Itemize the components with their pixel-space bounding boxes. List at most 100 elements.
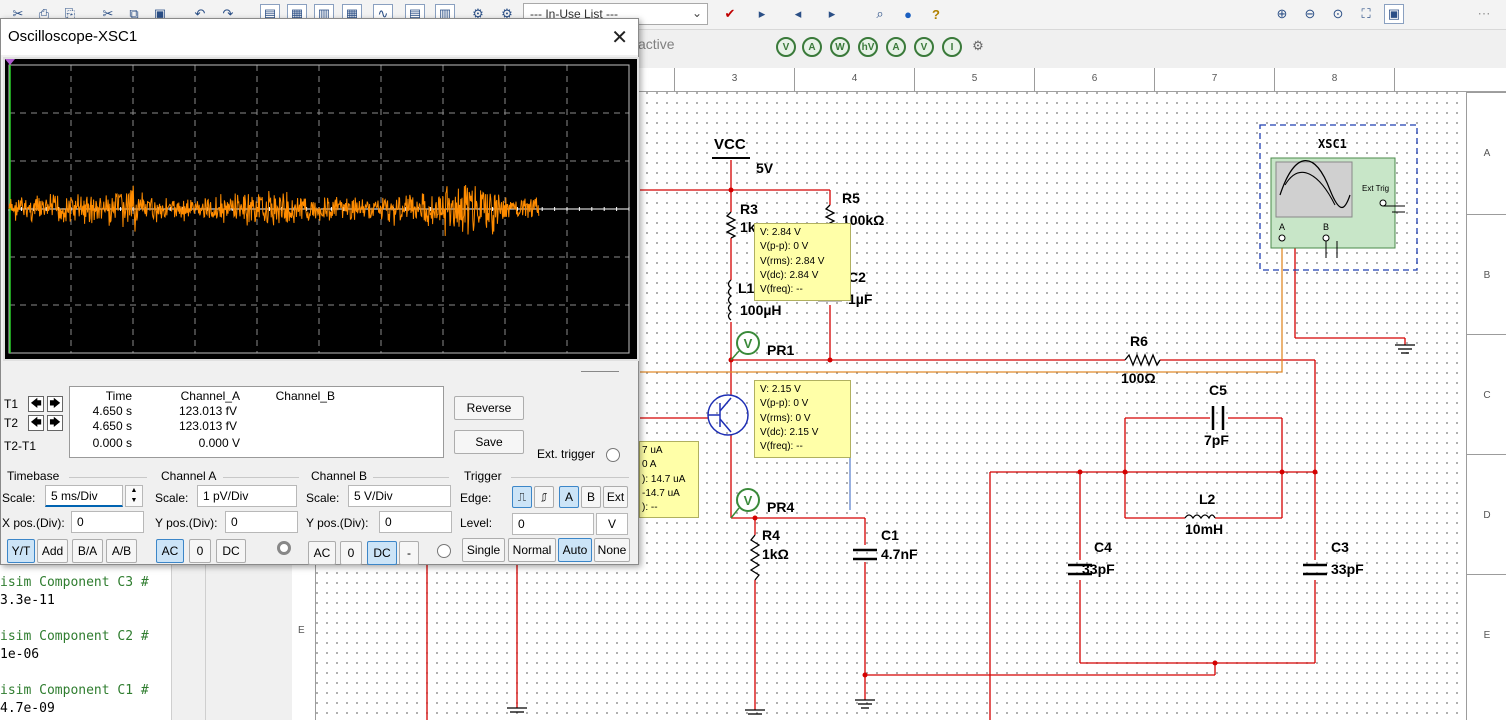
c2-value: 1µF — [848, 291, 873, 307]
t2-t1-label: T2-T1 — [4, 439, 37, 453]
netlist-line: isim Component C1 # — [0, 683, 149, 698]
c3-label: C3 — [1331, 539, 1349, 555]
channel-a-group-title: Channel A — [161, 469, 217, 483]
r6-label: R6 — [1130, 333, 1148, 349]
cursor-t1-handle[interactable] — [5, 59, 15, 65]
channel-b-group-title: Channel B — [311, 469, 368, 483]
channel-b-ac-button[interactable]: AC — [308, 541, 336, 565]
trigger-source-a-button[interactable]: A — [559, 486, 579, 508]
ba-mode-button[interactable]: B/A — [72, 539, 103, 563]
t1-left-arrow-icon[interactable]: 🡄 — [28, 396, 44, 412]
xsc1-label[interactable]: XSC1 — [1318, 137, 1347, 151]
timebase-xpos-label: X pos.(Div): — [2, 516, 65, 530]
save-button[interactable]: Save — [454, 430, 524, 454]
t2-right-arrow-icon[interactable]: 🡆 — [47, 415, 63, 431]
c4-value: 33pF — [1082, 561, 1115, 577]
timebase-scale-input[interactable]: 5 ms/Div — [45, 485, 123, 507]
rising-edge-icon[interactable]: ⎍ — [512, 486, 532, 508]
trigger-source-b-button[interactable]: B — [581, 486, 601, 508]
probe-value: V(freq): -- — [760, 284, 803, 296]
probe-value: 0 A — [642, 459, 657, 471]
channel-b-terminal[interactable] — [437, 544, 451, 558]
channel-b-dc-button[interactable]: DC — [367, 541, 397, 565]
channel-a-ypos-input[interactable]: 0 — [225, 511, 298, 533]
netlist-line: 4.7e-09 — [0, 701, 55, 716]
c1-value: 4.7nF — [881, 546, 918, 562]
cell-channel-a: 0.000 V — [198, 436, 240, 450]
channel-a-terminal[interactable] — [277, 541, 291, 555]
timebase-xpos-input[interactable]: 0 — [71, 511, 144, 533]
trigger-single-button[interactable]: Single — [462, 538, 505, 562]
panel-splitter[interactable] — [172, 565, 206, 720]
t1-right-arrow-icon[interactable]: 🡆 — [47, 396, 63, 412]
timebase-scale-spinner[interactable]: ▲ ▼ — [125, 485, 143, 507]
oscilloscope-titlebar[interactable]: Oscilloscope-XSC1 ✕ — [1, 19, 638, 55]
l1-label: L1 — [738, 280, 755, 296]
t2-left-arrow-icon[interactable]: 🡄 — [28, 415, 44, 431]
probe-value: V: 2.15 V — [760, 384, 801, 395]
trigger-none-button[interactable]: None — [594, 538, 630, 562]
channel-b-ypos-input[interactable]: 0 — [379, 511, 452, 533]
scope-display — [5, 59, 630, 354]
ext-trig-label: Ext Trig — [1362, 184, 1390, 193]
ext-trigger-terminal[interactable] — [606, 448, 620, 462]
group-divider — [223, 477, 299, 478]
channel-a-scale-input[interactable]: 1 pV/Div — [197, 485, 297, 507]
trigger-level-unit[interactable]: V — [596, 513, 628, 535]
l1-value: 100µH — [740, 302, 782, 318]
pr1-probe-readout: V: 2.84 V V(p-p): 0 V V(rms): 2.84 V V(d… — [754, 223, 851, 301]
probe-value: V(p-p): 0 V — [760, 241, 809, 253]
col-time: Time — [105, 389, 132, 403]
trigger-level-input[interactable]: 0 — [512, 513, 594, 535]
r5-label: R5 — [842, 190, 860, 206]
cell-channel-a: 123.013 fV — [178, 404, 237, 418]
pr1-label[interactable]: PR1 — [767, 342, 794, 358]
trigger-group-title: Trigger — [464, 469, 502, 483]
probe-value: -14.7 uA — [642, 487, 680, 499]
trigger-normal-button[interactable]: Normal — [508, 538, 556, 562]
probe-value: V(rms): 2.84 V — [760, 255, 825, 267]
t1-label: T1 — [4, 397, 19, 411]
channel-a-trace — [8, 184, 540, 237]
channel-b-invert-button[interactable]: - — [399, 541, 419, 565]
t2-label: T2 — [4, 416, 19, 430]
trigger-source-ext-button[interactable]: Ext — [603, 486, 628, 508]
close-icon[interactable]: ✕ — [611, 25, 628, 50]
cell-time: 4.650 s — [92, 419, 132, 433]
c4-label: C4 — [1094, 539, 1112, 555]
c5-label: C5 — [1209, 382, 1227, 398]
netlist-line: 1e-06 — [0, 647, 40, 662]
c5-value: 7pF — [1204, 432, 1229, 448]
r3-label: R3 — [740, 201, 758, 217]
group-divider — [373, 477, 449, 478]
trigger-auto-button[interactable]: Auto — [558, 538, 592, 562]
channel-a-dc-button[interactable]: DC — [216, 539, 246, 563]
scroll-indicator[interactable] — [581, 371, 619, 372]
channel-a-ac-button[interactable]: AC — [156, 539, 184, 563]
falling-edge-icon[interactable]: ⎎ — [534, 486, 554, 508]
channel-a-scale-label: Scale: — [155, 491, 189, 505]
probe-value: ): -- — [642, 502, 658, 514]
current-probe-readout: 7 uA 0 A ): 14.7 uA -14.7 uA ): -- — [639, 441, 699, 518]
channel-b-scale-input[interactable]: 5 V/Div — [348, 485, 451, 507]
pr4-label[interactable]: PR4 — [767, 499, 794, 515]
vcc-label: VCC — [714, 136, 746, 153]
add-mode-button[interactable]: Add — [37, 539, 68, 563]
oscilloscope-screen[interactable] — [3, 57, 639, 361]
r4-label: R4 — [762, 527, 780, 543]
probe-value: V(p-p): 0 V — [760, 398, 809, 410]
reverse-button[interactable]: Reverse — [454, 396, 524, 420]
ab-mode-button[interactable]: A/B — [106, 539, 137, 563]
cell-channel-a: 123.013 fV — [178, 419, 237, 433]
timebase-group-title: Timebase — [7, 469, 60, 483]
probe-value: V(rms): 0 V — [760, 412, 811, 424]
probe-value: V(dc): 2.84 V — [760, 269, 819, 281]
cursor-labels: T1 🡄 🡆 T2 🡄 🡆 T2-T1 — [1, 389, 69, 461]
probe-value: V(freq): -- — [760, 441, 803, 453]
channel-b-zero-button[interactable]: 0 — [340, 541, 362, 565]
yt-mode-button[interactable]: Y/T — [7, 539, 35, 563]
l2-value: 10mH — [1185, 521, 1224, 537]
spice-netlist-panel[interactable]: isim Component C3 # 3.3e-11 isim Compone… — [0, 565, 172, 720]
channel-a-zero-button[interactable]: 0 — [189, 539, 211, 563]
cell-time: 4.650 s — [92, 404, 132, 418]
